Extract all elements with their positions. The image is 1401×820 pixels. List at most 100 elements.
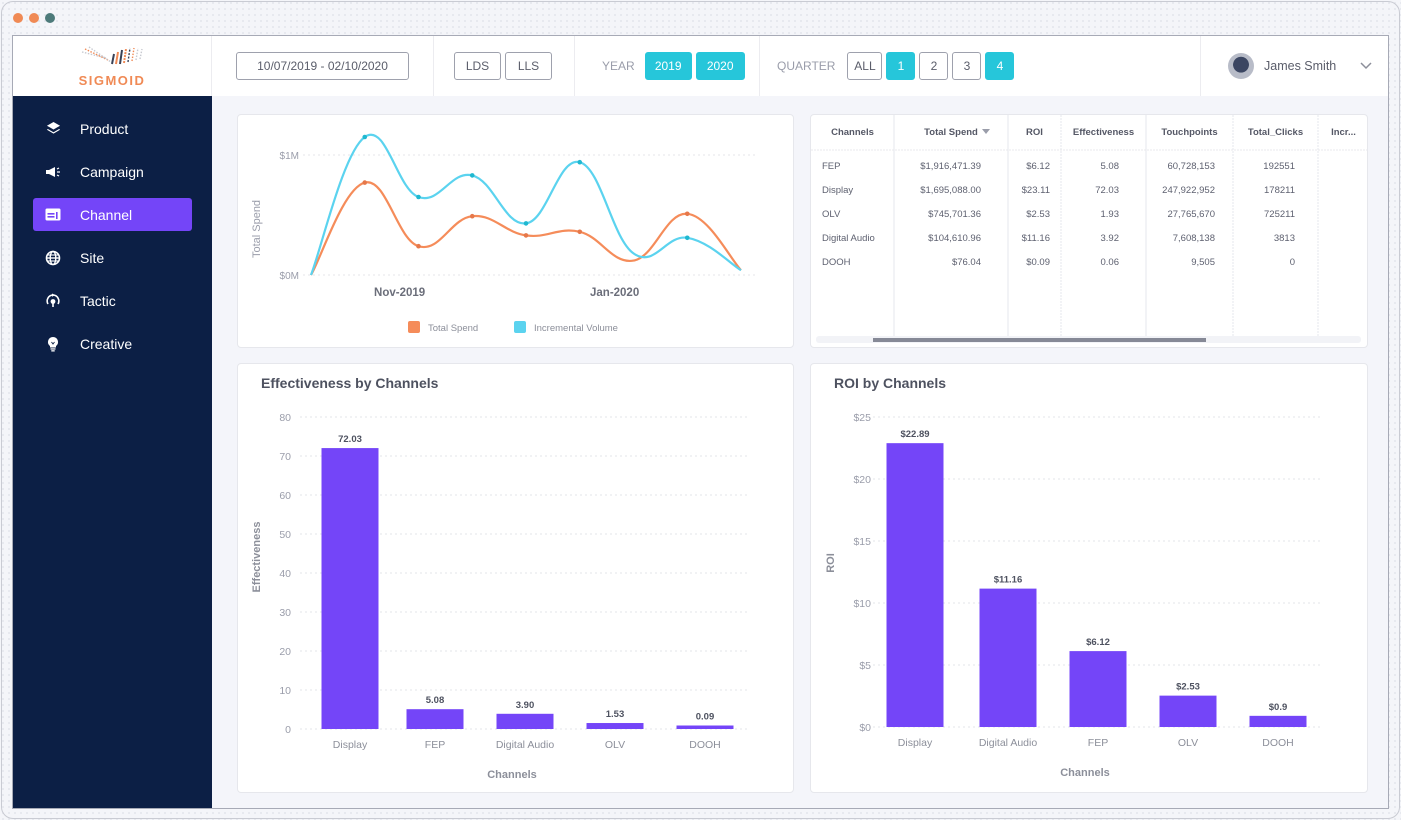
- sidebar: Product Campaign Channel Site Tactic Cre…: [13, 96, 212, 808]
- data-point[interactable]: [469, 213, 475, 219]
- sort-desc-icon[interactable]: [982, 129, 990, 134]
- spend-volume-card: Total Spend $0M $1M Nov-2019 Jan-2020 Tota…: [237, 114, 794, 348]
- megaphone-icon: [45, 164, 61, 180]
- column-header-incr-[interactable]: Incr...: [1318, 127, 1367, 138]
- bar-fep[interactable]: [406, 709, 464, 729]
- sidebar-item-site[interactable]: Site: [33, 241, 192, 274]
- quarter-4-button[interactable]: 4: [985, 52, 1015, 80]
- legend-label-incremental-volume[interactable]: Incremental Volume: [534, 323, 618, 334]
- close-window-dot[interactable]: [13, 13, 23, 23]
- table-cell: $104,610.96: [928, 233, 981, 244]
- bar-display[interactable]: [321, 448, 379, 729]
- bar-display[interactable]: [886, 443, 944, 727]
- table-cell: 60,728,153: [1167, 161, 1215, 172]
- y-tick-label: $10: [853, 598, 871, 610]
- data-label: 72.03: [338, 434, 362, 445]
- table-cell: 72.03: [1095, 185, 1119, 196]
- table-cell: 27,765,670: [1167, 209, 1215, 220]
- data-point[interactable]: [362, 180, 368, 185]
- table-cell: $23.11: [1021, 185, 1050, 196]
- roi-bar-chart: $0 $5 $10 $15 $20 $25 $22.89 Display $11.16 Digit…: [825, 412, 1323, 779]
- data-point[interactable]: [469, 173, 475, 178]
- line-series-total-spend[interactable]: [310, 181, 742, 276]
- data-point[interactable]: [416, 194, 421, 200]
- data-point[interactable]: [362, 134, 368, 140]
- sidebar-item-campaign[interactable]: Campaign: [33, 155, 192, 188]
- sidebar-item-label: Product: [80, 120, 129, 137]
- user-menu[interactable]: James Smith: [1200, 36, 1388, 96]
- quarter-all-button[interactable]: ALL: [847, 52, 883, 80]
- bar-digital-audio[interactable]: [496, 713, 554, 729]
- segment-lls-button[interactable]: LLS: [505, 52, 552, 80]
- data-point[interactable]: [684, 235, 690, 241]
- window-controls: [13, 13, 55, 23]
- year-2019-button[interactable]: 2019: [644, 52, 692, 80]
- legend-swatch-incremental-volume[interactable]: [514, 321, 526, 333]
- sidebar-item-creative[interactable]: Creative: [33, 327, 192, 360]
- y-tick-label: $0: [859, 722, 871, 734]
- y-tick-label: 40: [279, 568, 291, 580]
- date-range-picker[interactable]: 10/07/2019 - 02/10/2020: [236, 52, 409, 80]
- scrollbar-thumb[interactable]: [873, 338, 1206, 342]
- channels-table-card: Channels Total Spend ROI Effectiveness Touch…: [810, 114, 1368, 348]
- table-cell: $1,916,471.39: [920, 161, 981, 172]
- legend-swatch-total-spend[interactable]: [408, 321, 420, 333]
- column-header-touchpoints[interactable]: Touchpoints: [1146, 127, 1233, 138]
- app: SIGMOID 10/07/2019 - 02/10/2020 LDS LLS …: [12, 35, 1389, 809]
- data-point[interactable]: [577, 159, 583, 165]
- legend-label-total-spend[interactable]: Total Spend: [428, 323, 478, 334]
- bar-dooh[interactable]: [1249, 715, 1307, 727]
- data-point[interactable]: [416, 243, 421, 249]
- quarter-1-button[interactable]: 1: [886, 52, 916, 80]
- x-tick-label: Digital Audio: [496, 739, 555, 751]
- bar-olv[interactable]: [586, 723, 644, 729]
- data-point[interactable]: [577, 229, 583, 235]
- maximize-window-dot[interactable]: [45, 13, 55, 23]
- column-header-channels[interactable]: Channels: [811, 127, 894, 138]
- sidebar-item-label: Channel: [80, 206, 133, 223]
- roi-card: ROI by Channels $0 $5 $10 $15 $20 $25 $22.89 Di…: [810, 363, 1368, 793]
- table-cell: 5.08: [1100, 161, 1120, 172]
- bar-digital-audio[interactable]: [979, 588, 1037, 727]
- sidebar-item-tactic[interactable]: Tactic: [33, 284, 192, 317]
- table-cell: 247,922,952: [1162, 185, 1215, 196]
- globe-icon: [45, 250, 61, 266]
- bar-dooh[interactable]: [676, 725, 734, 730]
- x-tick-label: Display: [333, 739, 368, 751]
- minimize-window-dot[interactable]: [29, 13, 39, 23]
- data-point[interactable]: [684, 211, 690, 217]
- bar-fep[interactable]: [1069, 651, 1127, 727]
- table-cell: $1,695,088.00: [920, 185, 981, 196]
- y-axis-label: Total Spend: [251, 200, 263, 258]
- column-header-roi[interactable]: ROI: [1008, 127, 1061, 138]
- line-series-incremental-volume[interactable]: [309, 133, 742, 276]
- effectiveness-card: Effectiveness by Channels 0 10 20 30 40 50 60 7…: [237, 363, 794, 793]
- x-tick-label: Nov-2019: [374, 287, 425, 299]
- quarter-2-button[interactable]: 2: [919, 52, 949, 80]
- column-header-total-spend[interactable]: Total Spend: [894, 127, 1008, 138]
- row-label: DOOH: [822, 257, 851, 268]
- quarter-3-button[interactable]: 3: [952, 52, 982, 80]
- row-label: FEP: [822, 161, 841, 172]
- column-header-total-clicks[interactable]: Total_Clicks: [1233, 127, 1318, 138]
- avatar[interactable]: [1228, 53, 1254, 79]
- y-axis-label: Effectiveness: [251, 522, 263, 593]
- x-axis-label: Channels: [487, 769, 537, 781]
- sidebar-item-product[interactable]: Product: [33, 112, 192, 145]
- table-cell: 0.06: [1100, 257, 1120, 268]
- bar-olv[interactable]: [1159, 695, 1217, 727]
- logo-text: SIGMOID: [78, 73, 146, 88]
- data-point[interactable]: [523, 221, 529, 226]
- x-tick-label: FEP: [1088, 737, 1108, 749]
- chevron-down-icon[interactable]: [1360, 59, 1372, 73]
- data-point[interactable]: [523, 233, 529, 238]
- y-axis-label: ROI: [825, 553, 837, 573]
- column-header-effectiveness[interactable]: Effectiveness: [1061, 127, 1146, 138]
- table-cell: 7,608,138: [1172, 233, 1215, 244]
- year-2020-button[interactable]: 2020: [695, 52, 745, 80]
- logo[interactable]: SIGMOID: [13, 36, 212, 96]
- sidebar-item-channel[interactable]: Channel: [33, 198, 192, 231]
- segment-lds-button[interactable]: LDS: [454, 52, 501, 80]
- horizontal-scrollbar[interactable]: [816, 336, 1361, 343]
- sidebar-item-label: Site: [80, 249, 105, 266]
